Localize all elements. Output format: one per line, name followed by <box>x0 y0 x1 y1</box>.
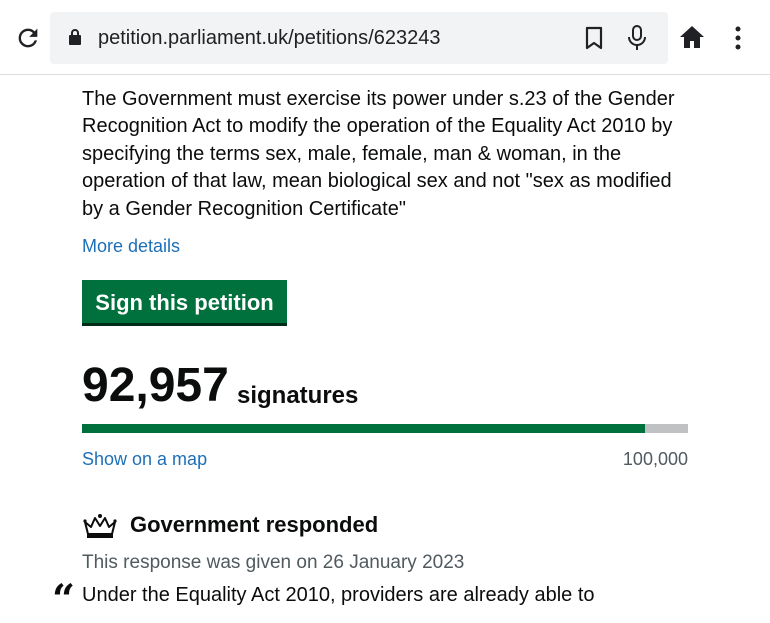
government-responded-heading: Government responded <box>130 512 379 537</box>
crown-icon <box>83 514 117 538</box>
more-details-link[interactable]: More details <box>82 236 180 257</box>
signature-label: signatures <box>237 382 359 409</box>
mic-icon[interactable] <box>626 24 648 52</box>
signature-count: 92,957 <box>82 359 229 412</box>
quote-mark: “ <box>52 576 76 623</box>
petition-description: The Government must exercise its power u… <box>82 88 675 220</box>
show-on-map-link[interactable]: Show on a map <box>82 449 207 470</box>
signature-goal: 100,000 <box>622 449 688 469</box>
response-text: Under the Equality Act 2010, providers a… <box>82 584 595 606</box>
signature-progress-fill <box>82 424 646 433</box>
sign-petition-button[interactable]: Sign this petition <box>82 280 287 326</box>
bookmark-icon[interactable] <box>583 26 605 50</box>
url-text: petition.parliament.uk/petitions/623243 <box>98 27 441 49</box>
home-icon[interactable] <box>678 24 706 50</box>
lock-icon <box>69 29 81 45</box>
reload-icon[interactable] <box>14 24 42 52</box>
address-bar[interactable]: petition.parliament.uk/petitions/623243 <box>50 12 668 64</box>
browser-toolbar: petition.parliament.uk/petitions/623243 <box>0 0 770 75</box>
menu-icon[interactable] <box>724 24 752 52</box>
response-date: This response was given on 26 January 20… <box>82 552 465 573</box>
signature-progress-bar <box>82 424 688 433</box>
